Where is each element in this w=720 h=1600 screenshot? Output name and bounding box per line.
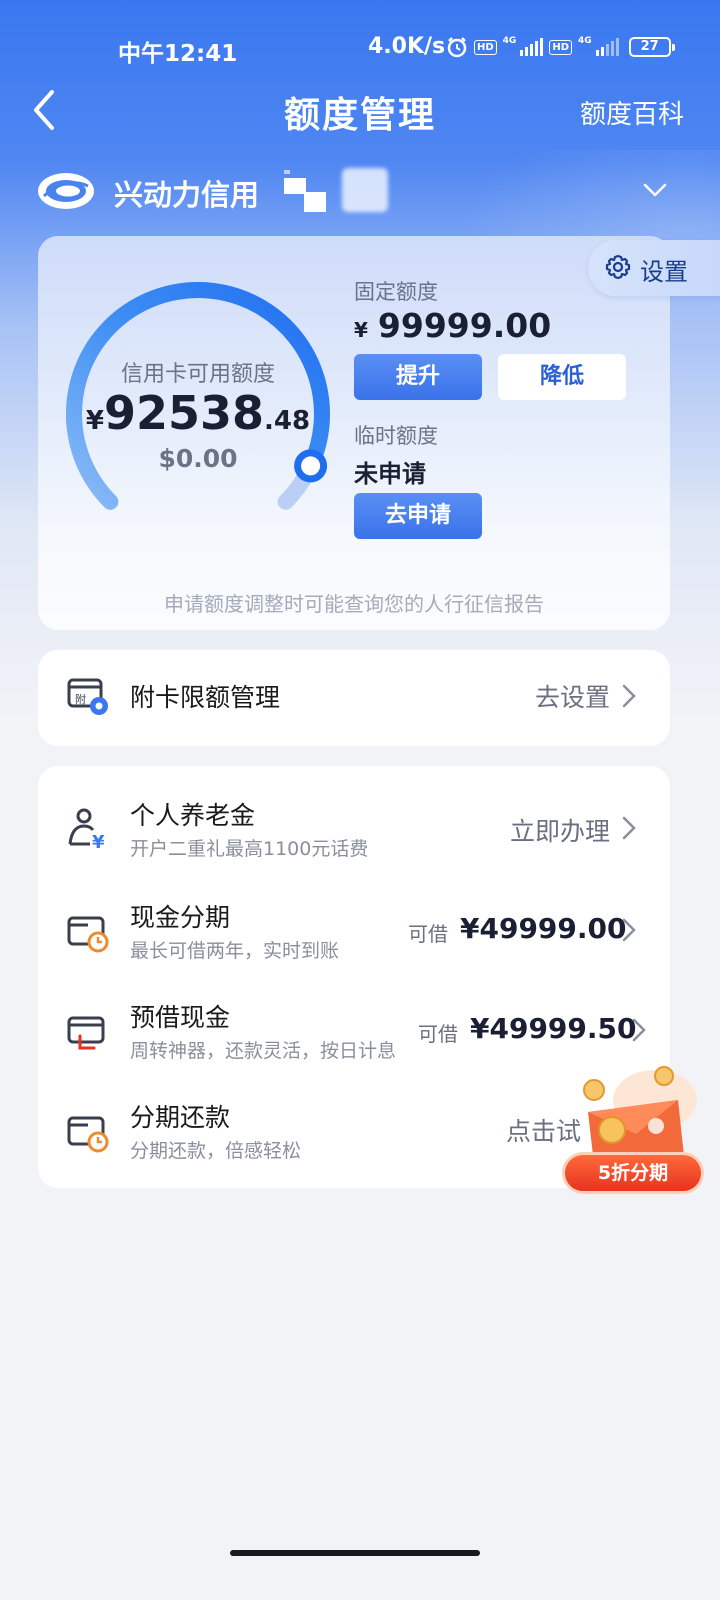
status-time: 中午12:41 — [118, 41, 238, 67]
apply-temp-limit-button[interactable]: 去申请 — [354, 493, 482, 539]
nav-bar: 额度管理 额度百科 — [0, 80, 720, 150]
lower-limit-button[interactable]: 降低 — [498, 354, 626, 400]
limit-card: 信用卡可用额度 ¥92538.48 $0.00 固定额度 ¥99999.00 提… — [38, 236, 670, 630]
settings-button[interactable]: 设置 — [588, 240, 720, 296]
signal-icon — [520, 38, 544, 56]
service-title: 分期还款 — [130, 1103, 231, 1132]
fixed-limit-amount: ¥99999.00 — [354, 306, 551, 345]
service-subtitle: 分期还款，倍感轻松 — [130, 1140, 302, 1162]
status-icons: HD 4G HD 4G 27 — [446, 36, 675, 58]
card-name: 兴动力信用 — [114, 178, 260, 212]
temp-limit-label: 临时额度 — [354, 424, 438, 448]
card-selector[interactable]: 兴动力信用 — [36, 168, 686, 218]
supplementary-icon-text: 附 — [75, 692, 86, 706]
raise-limit-button[interactable]: 提升 — [354, 354, 482, 400]
network-speed: 4.0K/s — [368, 34, 446, 59]
borrow-prefix: 可借 — [418, 1022, 458, 1046]
masked-card-suffix — [342, 168, 388, 212]
service-action: 立即办理 — [509, 817, 610, 846]
hd-badge: HD — [474, 39, 497, 55]
fixed-limit-label: 固定额度 — [354, 280, 438, 304]
borrow-prefix: 可借 — [408, 922, 448, 946]
chevron-right-icon — [622, 684, 636, 708]
chevron-down-icon[interactable] — [642, 180, 668, 200]
network-type-1: 4G — [502, 36, 517, 46]
temp-limit-status: 未申请 — [354, 460, 426, 488]
chevron-right-icon — [632, 1018, 646, 1042]
credit-report-notice: 申请额度调整时可能查询您的人行征信报告 — [164, 592, 544, 616]
service-title: 现金分期 — [130, 903, 231, 932]
svg-text:¥: ¥ — [92, 832, 105, 850]
installment-repayment-icon — [67, 1116, 109, 1153]
settings-label: 设置 — [640, 258, 688, 286]
service-subtitle: 最长可借两年，实时到账 — [130, 940, 340, 962]
back-icon[interactable] — [28, 88, 68, 132]
service-subtitle: 周转神器，还款灵活，按日计息 — [130, 1040, 397, 1062]
bank-logo-icon — [38, 173, 94, 209]
available-integer: 92538 — [103, 386, 265, 440]
cash-installment-icon — [67, 916, 109, 953]
chevron-right-icon — [622, 918, 636, 942]
supplementary-action: 去设置 — [534, 683, 610, 712]
service-row-cash-advance[interactable]: 预借现金 周转神器，还款灵活，按日计息 可借 ¥49999.50 — [38, 970, 670, 1070]
available-limit-label: 信用卡可用额度 — [120, 362, 275, 387]
signal-icon-2 — [595, 38, 619, 56]
supplementary-card-limit-row[interactable]: 附 附卡限额管理 去设置 — [38, 650, 670, 746]
supplementary-card-icon: 附 — [67, 678, 108, 715]
fixed-currency: ¥ — [354, 318, 368, 342]
chevron-right-icon — [622, 816, 636, 840]
available-usd: $0.00 — [158, 444, 238, 473]
service-row-pension[interactable]: ¥ 个人养老金 开户二重礼最高1100元话费 立即办理 — [38, 766, 670, 870]
service-row-cash-installment[interactable]: 现金分期 最长可借两年，实时到账 可借 ¥49999.00 — [38, 870, 670, 970]
hd-badge-2: HD — [549, 39, 572, 55]
cash-advance-icon — [67, 1016, 105, 1050]
service-title: 个人养老金 — [130, 801, 256, 830]
network-type-2: 4G — [578, 36, 592, 46]
borrow-amount: ¥49999.50 — [470, 1012, 637, 1045]
gear-icon — [605, 254, 631, 280]
home-indicator[interactable] — [230, 1550, 480, 1556]
battery-icon: 27 — [628, 37, 675, 57]
fixed-limit-value: 99999.00 — [377, 306, 552, 345]
pension-icon: ¥ — [68, 808, 105, 850]
supplementary-title: 附卡限额管理 — [130, 683, 281, 712]
service-subtitle: 开户二重礼最高1100元话费 — [130, 838, 369, 860]
available-limit-amount: ¥92538.48 — [76, 386, 320, 440]
limit-wiki-link[interactable]: 额度百科 — [580, 94, 684, 131]
available-decimal: .48 — [264, 406, 311, 436]
available-currency: ¥ — [85, 406, 104, 436]
service-title: 预借现金 — [130, 1003, 231, 1032]
promo-discount-badge[interactable]: 5折分期 — [562, 1152, 704, 1194]
borrow-amount: ¥49999.00 — [460, 912, 627, 945]
alarm-icon — [447, 37, 467, 58]
status-bar: 中午12:41 4.0K/s HD 4G HD 4G 27 — [0, 0, 720, 92]
